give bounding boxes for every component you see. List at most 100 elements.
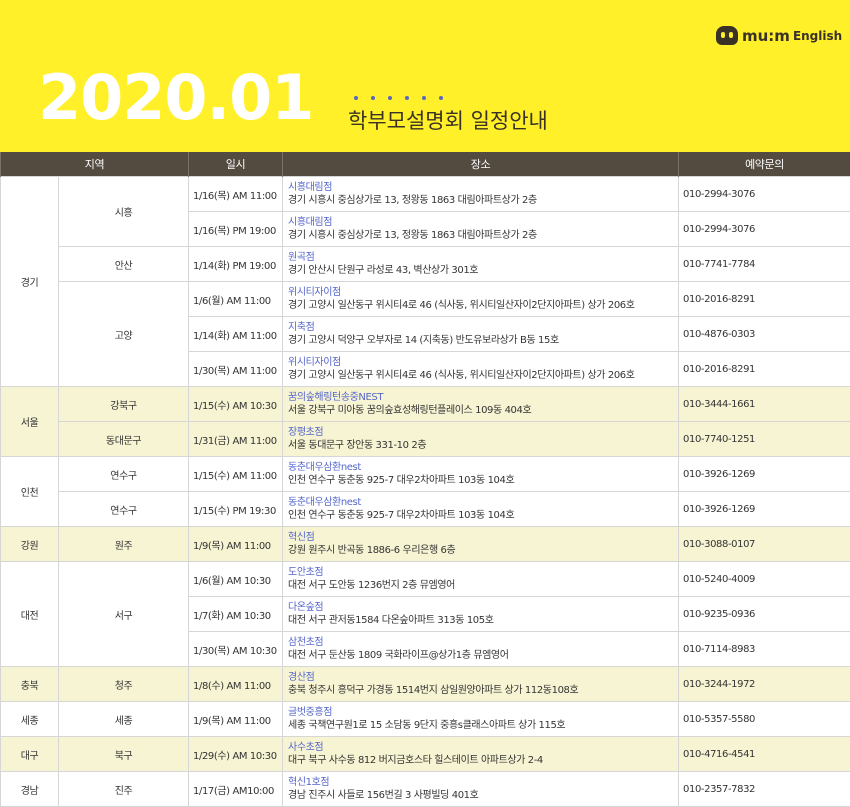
place-name: 동춘대우삼환nest — [288, 462, 361, 473]
mum-logo-icon — [716, 26, 738, 45]
city-cell: 안산 — [57, 246, 190, 282]
place-name: 시흥대림점 — [288, 217, 333, 228]
table-row: 서울 강북구 1/15(수) AM 10:30 꿈의숲해링턴송중NEST 서울 강북구 … — [0, 386, 850, 457]
city-cell: 북구 — [57, 736, 190, 772]
phone-cell: 010-5240-4009 — [678, 561, 850, 597]
place-address: 강원 원주시 반곡동 1886-6 우리은행 6층 — [288, 545, 456, 556]
date-cell: 1/17(금) AM10:00 — [188, 771, 284, 807]
place-name: 꿈의숲해링턴송중NEST — [288, 392, 384, 403]
date-cell: 1/9(목) AM 11:00 — [188, 701, 284, 737]
place-address: 서울 동대문구 장안동 331-10 2층 — [288, 440, 427, 451]
region-cell: 세종 — [0, 701, 59, 737]
place-address: 경기 고양시 덕양구 오부자로 14 (지축동) 반도유보라상가 B동 15호 — [288, 335, 559, 346]
place-cell: 경산점 충북 청주시 흥덕구 가경동 1514번지 삼일원양아파트 상가 112동… — [282, 666, 680, 702]
place-cell: 다온숲점 대전 서구 관저동1584 다온숲아파트 313동 105호 — [282, 596, 680, 632]
dot-icon — [354, 96, 358, 100]
phone-cell: 010-3926-1269 — [678, 491, 850, 527]
region-cell: 대구 — [0, 736, 59, 772]
place-cell: 삼천초점 대전 서구 둔산동 1809 국화라이프@상가1층 뮤엠영어 — [282, 631, 680, 667]
place-name: 글벗중흥점 — [288, 707, 333, 718]
table-row: 동대문구 1/31(금) AM 11:00 장평초점 서울 동대문구 장안동 331-… — [1, 421, 850, 457]
date-cell: 1/16(목) PM 19:00 — [188, 211, 284, 247]
region-cell: 경남 — [0, 771, 59, 807]
region-cell: 경기 — [0, 176, 59, 387]
dot-icon — [388, 96, 392, 100]
header-datetime: 일시 — [188, 152, 284, 177]
date-cell: 1/8(수) AM 11:00 — [188, 666, 284, 702]
place-name: 위시티자이점 — [288, 287, 341, 298]
table-row: 대구 북구 1/29(수) AM 10:30 사수초점 대구 북구 사수동 812 버지… — [0, 736, 850, 772]
header-region: 지역 — [0, 152, 190, 177]
place-name: 다온숲점 — [288, 602, 324, 613]
table-row: 고양 1/6(월) AM 11:00 위시티자이점 경기 고양시 일산동구 위시티4로… — [1, 281, 850, 387]
city-cell: 서구 — [57, 561, 190, 667]
header: mu:m English 2020.01 학부모설명회 일정안내 — [0, 0, 850, 152]
city-cell: 연수구 — [57, 456, 190, 492]
city-cell: 강북구 — [57, 386, 190, 422]
city-cell: 고양 — [57, 281, 190, 387]
place-cell: 동춘대우삼환nest 인천 연수구 동춘동 925-7 대우2차아파트 103동 … — [282, 456, 680, 492]
table-row: 인천 연수구 1/15(수) AM 11:00 동춘대우삼환nest 인천 연수구 동춘… — [0, 456, 850, 527]
table-row: 충북 청주 1/8(수) AM 11:00 경산점 충북 청주시 흥덕구 가경동 151… — [0, 666, 850, 702]
place-name: 혁신1호점 — [288, 777, 330, 788]
place-name: 사수초점 — [288, 742, 324, 753]
date-cell: 1/15(수) AM 10:30 — [188, 386, 284, 422]
phone-cell: 010-2016-8291 — [678, 351, 850, 387]
header-place: 장소 — [282, 152, 680, 177]
phone-cell: 010-2994-3076 — [678, 176, 850, 212]
region-cell: 대전 — [0, 561, 59, 667]
place-cell: 시흥대림점 경기 시흥시 중심상가로 13, 정왕동 1863 대림아파트상가 2… — [282, 176, 680, 212]
table-body: 경기 시흥 1/16(목) AM 11:00 시흥대림점 경기 시흥시 중심상가로 13… — [0, 176, 850, 807]
place-cell: 동춘대우삼환nest 인천 연수구 동춘동 925-7 대우2차아파트 103동 … — [282, 491, 680, 527]
schedule-table: 지역 일시 장소 예약문의 경기 시흥 1/16(목) AM 11:00 시흥대림점 경… — [0, 152, 850, 807]
dot-icon — [422, 96, 426, 100]
place-name: 혁신점 — [288, 532, 315, 543]
place-cell: 사수초점 대구 북구 사수동 812 버지금호스타 힐스테이트 아파트상가 2-4 — [282, 736, 680, 772]
page-title-year: 2020.01 — [38, 61, 314, 134]
place-name: 위시티자이점 — [288, 357, 341, 368]
date-cell: 1/14(화) PM 19:00 — [188, 246, 284, 282]
dot-icon — [405, 96, 409, 100]
phone-cell: 010-2994-3076 — [678, 211, 850, 247]
place-address: 서울 강북구 미아동 꿈의숲효성해링턴플레이스 109동 404호 — [288, 405, 532, 416]
place-cell: 지축점경기 고양시 덕양구 오부자로 14 (지축동) 반도유보라상가 B동 1… — [282, 316, 680, 352]
date-cell: 1/29(수) AM 10:30 — [188, 736, 284, 772]
place-cell: 위시티자이점 경기 고양시 일산동구 위시티4로 46 (식사동, 위시티일산자이… — [282, 281, 680, 317]
city-cell: 동대문구 — [57, 421, 190, 457]
phone-cell: 010-2357-7832 — [678, 771, 850, 807]
place-cell: 혁신1호점경남 진주시 사들로 156번길 3 사평빌딩 401호 — [282, 771, 680, 807]
place-name: 지축점 — [288, 322, 315, 333]
date-cell: 1/30(목) AM 11:00 — [188, 351, 284, 387]
phone-cell: 010-7741-7784 — [678, 246, 850, 282]
place-name: 경산점 — [288, 672, 315, 683]
phone-cell: 010-3444-1661 — [678, 386, 850, 422]
phone-cell: 010-9235-0936 — [678, 596, 850, 632]
date-cell: 1/16(목) AM 11:00 — [188, 176, 284, 212]
place-address: 대전 서구 도안동 1236번지 2층 뮤엠영어 — [288, 580, 455, 591]
place-address: 경남 진주시 사들로 156번길 3 사평빌딩 401호 — [288, 790, 479, 801]
brand-logo[interactable]: mu:m English — [716, 26, 842, 45]
place-cell: 위시티자이점 경기 고양시 일산동구 위시티4로 46 (식사동, 위시티일산자이… — [282, 351, 680, 387]
phone-cell: 010-4876-0303 — [678, 316, 850, 352]
logo-suffix-text: English — [792, 28, 843, 43]
phone-cell: 010-3926-1269 — [678, 456, 850, 492]
table-row: 강원 원주 1/9(목) AM 11:00 혁신점 강원 원주시 반곡동 1886-6 … — [0, 526, 850, 562]
phone-cell: 010-4716-4541 — [678, 736, 850, 772]
place-cell: 글벗중흥점세종 국책연구원1로 15 소담동 9단지 중흥s클래스아파트 상가 … — [282, 701, 680, 737]
table-row: 연수구 1/15(수) PM 19:30 동춘대우삼환nest 인천 연수구 동춘동 … — [1, 491, 850, 527]
date-cell: 1/6(월) AM 11:00 — [188, 281, 284, 317]
region-cell: 서울 — [0, 386, 59, 457]
date-cell: 1/14(화) AM 11:00 — [188, 316, 284, 352]
table-row: 대전 서구 1/6(월) AM 10:30 도안초점 대전 서구 도안동 1236번지 … — [0, 561, 850, 667]
place-cell: 장평초점 서울 동대문구 장안동 331-10 2층 — [282, 421, 680, 457]
table-row: 경기 시흥 1/16(목) AM 11:00 시흥대림점 경기 시흥시 중심상가로 13… — [0, 176, 850, 387]
place-cell: 시흥대림점 경기 시흥시 중심상가로 13, 정왕동 1863 대림아파트상가 2… — [282, 211, 680, 247]
date-cell: 1/30(목) AM 10:30 — [188, 631, 284, 667]
city-cell: 세종 — [57, 701, 190, 737]
place-name: 삼천초점 — [288, 637, 324, 648]
dot-icon — [371, 96, 375, 100]
place-address: 세종 국책연구원1로 15 소담동 9단지 중흥s클래스아파트 상가 115호 — [288, 720, 566, 731]
table-row: 경남 진주 1/17(금) AM10:00 혁신1호점 경남 진주시 사들로 156번길… — [0, 771, 850, 807]
header-contact: 예약문의 — [678, 152, 850, 177]
phone-cell: 010-3088-0107 — [678, 526, 850, 562]
